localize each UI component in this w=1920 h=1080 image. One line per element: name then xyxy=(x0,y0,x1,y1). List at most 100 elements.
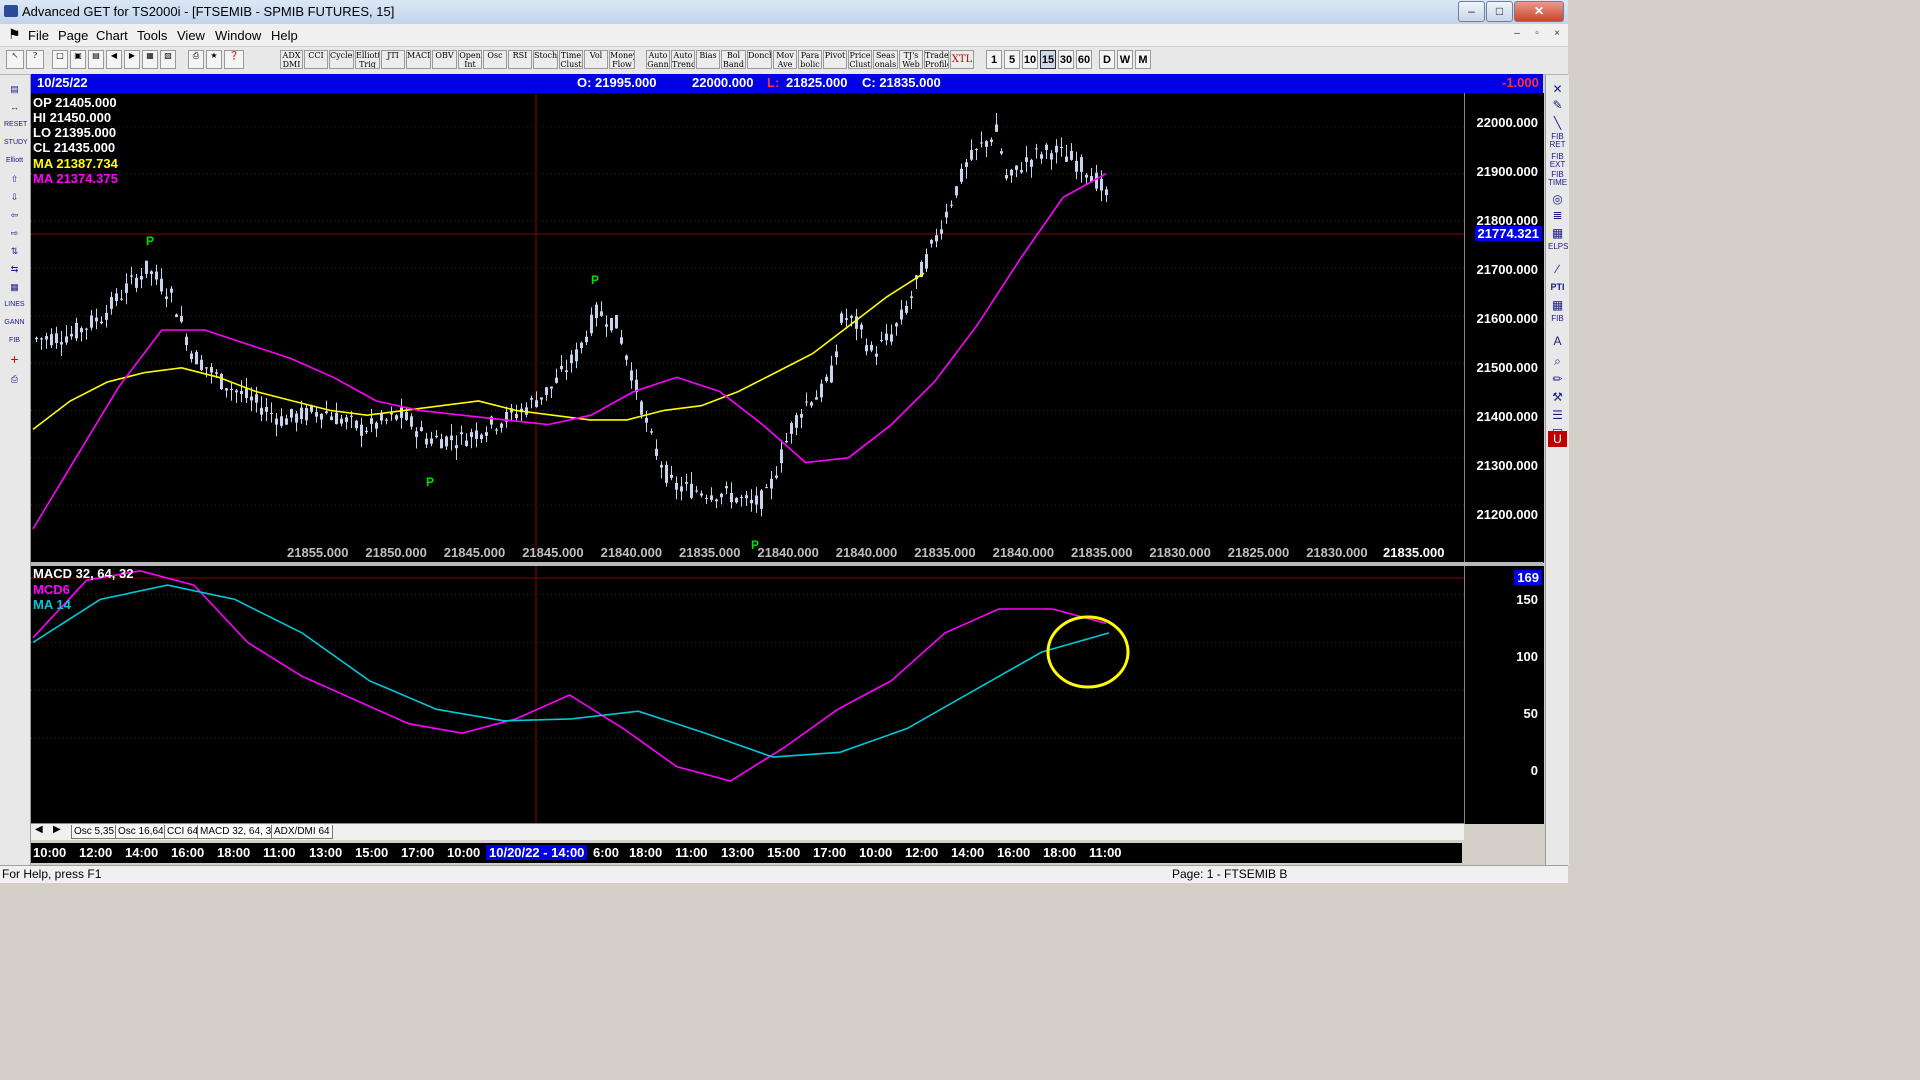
tool-bias[interactable]: Bias xyxy=(696,50,720,69)
pointer-icon[interactable]: ↖ xyxy=(6,50,24,69)
period-60[interactable]: 60 xyxy=(1076,50,1092,69)
tab-adx-dmi[interactable]: ADX/DMI 64 xyxy=(271,825,333,839)
close-x-icon[interactable]: ✕ xyxy=(1548,81,1567,97)
app-menu-icon[interactable]: ⚑ xyxy=(8,26,21,43)
mdi-minimize-button[interactable]: – xyxy=(1510,27,1524,41)
line-tool-icon[interactable]: ╲ xyxy=(1548,115,1567,131)
open-chart-icon[interactable]: ▤ xyxy=(4,81,25,97)
study-icon[interactable]: STUDY xyxy=(4,135,28,151)
fib-box-icon[interactable]: FIB xyxy=(1548,315,1567,331)
back-icon[interactable]: ◀ xyxy=(106,50,122,69)
print-chart-icon[interactable]: ⎙ xyxy=(4,371,25,387)
mdi-close-button[interactable]: × xyxy=(1550,27,1564,41)
fib-retracement-icon[interactable]: FIB RET xyxy=(1548,133,1567,149)
period-5[interactable]: 5 xyxy=(1004,50,1020,69)
arrow-down-icon[interactable]: ⇩ xyxy=(4,189,25,205)
grid-tool-icon[interactable]: ▦ xyxy=(1548,225,1567,241)
reset-icon[interactable]: RESET xyxy=(4,117,27,133)
menu-window[interactable]: Window xyxy=(215,28,261,43)
gann-icon[interactable]: GANN xyxy=(4,315,25,331)
pencil-icon[interactable]: ✎ xyxy=(1548,97,1567,113)
menu-tools[interactable]: Tools xyxy=(137,28,167,43)
compress-icon[interactable]: ⇅ xyxy=(4,243,25,259)
fan-tool-icon[interactable]: ≣ xyxy=(1548,207,1567,223)
tool-trade-profile[interactable]: Trade Profile xyxy=(924,50,949,69)
tool-bol-band[interactable]: Bol Band xyxy=(721,50,746,69)
tool-time-clust[interactable]: Time Clust xyxy=(559,50,583,69)
price-chart-canvas[interactable]: PPPP21855.000 21850.000 21845.000 21845.000… xyxy=(31,93,1464,563)
forward-icon[interactable]: ▶ xyxy=(124,50,140,69)
macd-canvas[interactable] xyxy=(31,566,1464,824)
ellipse-tool-icon[interactable]: ELPS xyxy=(1548,243,1568,259)
tool-stoch[interactable]: Stoch xyxy=(533,50,558,69)
period-weekly[interactable]: W xyxy=(1117,50,1133,69)
tab-scroll-left-icon[interactable]: ◀ xyxy=(35,824,43,835)
close-button[interactable]: ✕ xyxy=(1514,1,1564,22)
list-tool-icon[interactable]: ☰ xyxy=(1548,407,1567,423)
tool-parabolic[interactable]: Para bolic xyxy=(798,50,822,69)
tool-donch[interactable]: Donch xyxy=(747,50,772,69)
period-1[interactable]: 1 xyxy=(986,50,1002,69)
zoom-icon[interactable]: ↔ xyxy=(4,99,25,115)
tool-cci[interactable]: CCI xyxy=(304,50,328,69)
marker-icon[interactable]: ✏ xyxy=(1548,371,1567,387)
tool-open-int[interactable]: Open Int xyxy=(458,50,482,69)
bulb-icon[interactable]: ★ xyxy=(206,50,222,69)
period-30[interactable]: 30 xyxy=(1058,50,1074,69)
tool-price-clust[interactable]: Price Clust xyxy=(848,50,872,69)
menu-page[interactable]: Page xyxy=(58,28,88,43)
menu-view[interactable]: View xyxy=(177,28,205,43)
tab-osc-5-35[interactable]: Osc 5,35 xyxy=(71,825,118,839)
expand-icon[interactable]: ⇆ xyxy=(4,261,25,277)
pti-icon[interactable]: PTI xyxy=(1548,279,1567,295)
tool-xtl[interactable]: XTL xyxy=(950,50,974,69)
tool-vol[interactable]: Vol xyxy=(584,50,608,69)
period-10[interactable]: 10 xyxy=(1022,50,1038,69)
lines-icon[interactable]: LINES xyxy=(4,297,25,313)
tool-mov-ave[interactable]: Mov Ave xyxy=(773,50,797,69)
tab-macd[interactable]: MACD 32, 64, 32 xyxy=(197,825,280,839)
tool-cycles[interactable]: Cycles xyxy=(329,50,354,69)
menu-help[interactable]: Help xyxy=(271,28,298,43)
tool-rsi[interactable]: RSI xyxy=(508,50,532,69)
period-daily[interactable]: D xyxy=(1099,50,1115,69)
tab-osc-16-64[interactable]: Osc 16,64 xyxy=(115,825,167,839)
maximize-button[interactable]: □ xyxy=(1486,1,1513,22)
tab-scroll-right-icon[interactable]: ▶ xyxy=(53,824,61,835)
print-icon[interactable]: ⎙ xyxy=(188,50,204,69)
channel-tool-icon[interactable]: ∕ xyxy=(1548,261,1567,277)
price-chart[interactable]: P P P P 21855.000 21850.000 21845.000 21845.000… xyxy=(31,93,1544,563)
tool-macd[interactable]: MACD xyxy=(406,50,431,69)
magnifier-icon[interactable]: ⌕ xyxy=(1548,353,1567,369)
new-icon[interactable]: □ xyxy=(52,50,68,69)
tool-osc[interactable]: Osc xyxy=(483,50,507,69)
tool-obv[interactable]: OBV xyxy=(432,50,457,69)
fib-time-icon[interactable]: FIB TIME xyxy=(1548,171,1567,187)
arrow-left-icon[interactable]: ⇦ xyxy=(4,207,25,223)
tab-cci-64[interactable]: CCI 64 xyxy=(164,825,202,839)
tool-jti[interactable]: JTI xyxy=(381,50,405,69)
text-tool-icon[interactable]: A xyxy=(1548,333,1567,349)
period-monthly[interactable]: M xyxy=(1135,50,1151,69)
tool-elliott-trig[interactable]: Elliott Trig xyxy=(355,50,380,69)
tool-money-flow[interactable]: Money Flow xyxy=(609,50,635,69)
circle-tool-icon[interactable]: ◎ xyxy=(1548,191,1567,207)
crosshair-icon[interactable]: + xyxy=(4,351,25,367)
arrow-right-icon[interactable]: ⇨ xyxy=(4,225,25,241)
context-help-icon[interactable]: ❓ xyxy=(224,50,244,69)
tool-auto-trend[interactable]: Auto Trend xyxy=(671,50,695,69)
fib-extension-icon[interactable]: FIB EXT xyxy=(1548,153,1567,169)
tool-tjs-web[interactable]: TJ's Web xyxy=(899,50,923,69)
table-icon[interactable]: ▦ xyxy=(4,279,25,295)
save-icon[interactable]: ▤ xyxy=(88,50,104,69)
menu-file[interactable]: File xyxy=(28,28,49,43)
menu-chart[interactable]: Chart xyxy=(96,28,128,43)
layout-icon[interactable]: ▧ xyxy=(160,50,176,69)
help-cursor-icon[interactable]: ? xyxy=(26,50,44,69)
fib-icon[interactable]: FIB xyxy=(4,333,25,349)
tool-seasonals[interactable]: Seas onals xyxy=(873,50,898,69)
tool-adx-dmi[interactable]: ADX DMI xyxy=(280,50,303,69)
u-tool-icon[interactable]: U xyxy=(1548,431,1567,447)
table-tool-icon[interactable]: ▦ xyxy=(1548,297,1567,313)
tool-pivot[interactable]: Pivot xyxy=(823,50,847,69)
